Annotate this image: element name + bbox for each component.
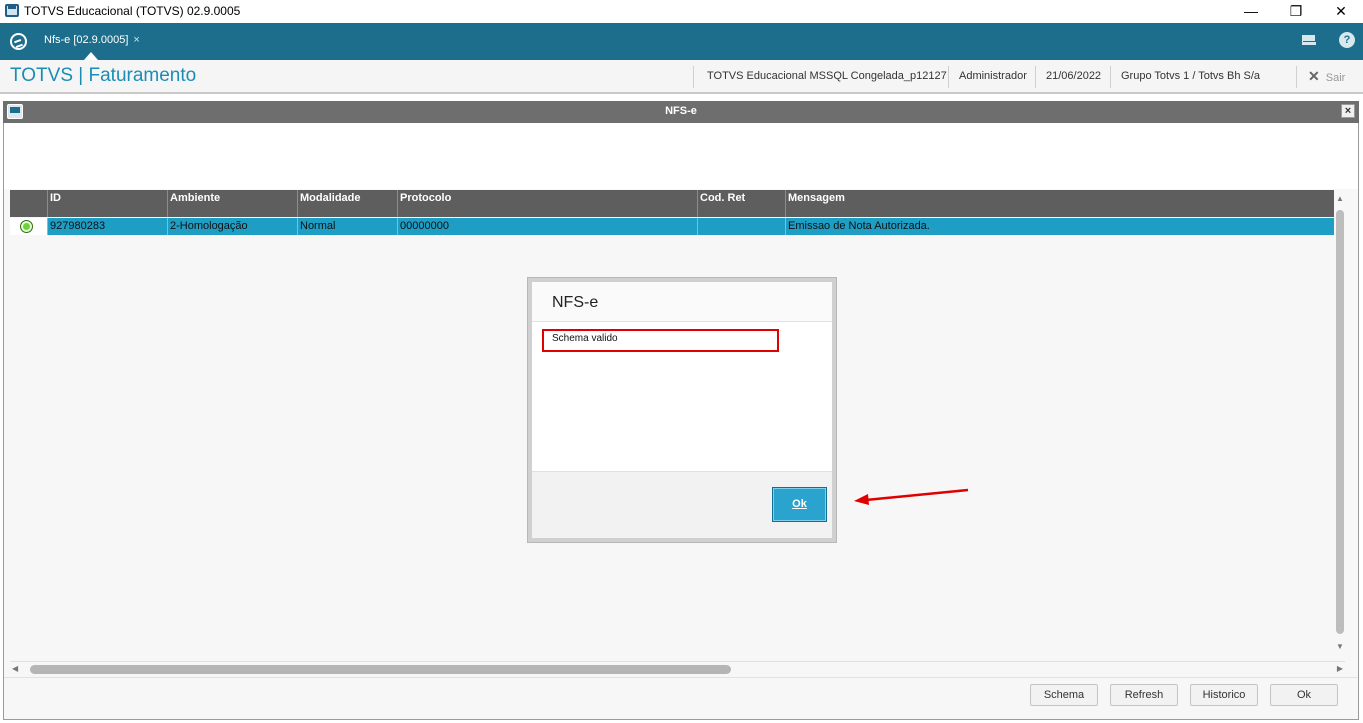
- ok-button[interactable]: Ok: [1270, 684, 1338, 706]
- exit-close-icon: ✕: [1308, 68, 1320, 84]
- date-label: 21/06/2022: [1046, 70, 1102, 82]
- restore-button[interactable]: ❐: [1273, 0, 1319, 23]
- column-header-status[interactable]: [10, 190, 47, 217]
- cell-mensagem: Emissao de Nota Autorizada.: [785, 218, 1334, 235]
- minimize-button[interactable]: —: [1228, 0, 1274, 23]
- scroll-left-icon[interactable]: ◀: [12, 664, 18, 673]
- dialog-title: NFS-e: [665, 105, 697, 117]
- status-green-icon: [20, 220, 33, 233]
- column-header-cod-ret[interactable]: Cod. Ret: [697, 190, 785, 217]
- status-cell: [10, 218, 47, 235]
- body-top-blank: [4, 123, 1358, 189]
- scroll-right-icon[interactable]: ▶: [1337, 664, 1343, 673]
- module-title: TOTVS | Faturamento: [10, 65, 197, 86]
- user-label: Administrador: [959, 70, 1027, 82]
- scroll-up-icon[interactable]: ▲: [1336, 194, 1344, 203]
- nfse-message-dialog: NFS-e Schema valido Ok: [527, 277, 837, 543]
- window-title-bar: TOTVS Educacional (TOTVS) 02.9.0005 — ❐ …: [0, 0, 1363, 23]
- header-divider: [1296, 66, 1297, 88]
- scroll-down-icon[interactable]: ▼: [1336, 642, 1344, 651]
- header-divider: [693, 66, 694, 88]
- help-icon[interactable]: ?: [1339, 32, 1355, 48]
- exit-button[interactable]: ✕ Sair: [1308, 68, 1345, 85]
- tab-label: Nfs-e [02.9.0005]: [44, 34, 129, 46]
- dialog-close-button[interactable]: ×: [1341, 104, 1355, 118]
- column-header-id[interactable]: ID: [47, 190, 167, 217]
- modal-panel: NFS-e Schema valido Ok: [532, 282, 832, 538]
- group-label: Grupo Totvs 1 / Totvs Bh S/a: [1121, 70, 1260, 82]
- module-header: TOTVS | Faturamento TOTVS Educacional MS…: [0, 60, 1363, 94]
- app-window-icon: [5, 4, 19, 17]
- grid-header: ID Ambiente Modalidade Protocolo Cod. Re…: [10, 190, 1334, 217]
- totvs-logo-icon[interactable]: [10, 33, 27, 50]
- schema-button[interactable]: Schema: [1030, 684, 1098, 706]
- horizontal-scrollbar[interactable]: ◀ ▶: [10, 661, 1345, 676]
- vertical-scrollbar[interactable]: ▲ ▼: [1334, 190, 1346, 660]
- exit-label: Sair: [1325, 72, 1346, 84]
- cell-cod-ret: [697, 218, 785, 235]
- close-window-button[interactable]: ✕: [1318, 0, 1363, 23]
- red-arrow-annotation: [854, 488, 969, 505]
- cell-modalidade: Normal: [297, 218, 397, 235]
- vertical-scroll-thumb[interactable]: [1336, 210, 1344, 634]
- table-row[interactable]: 927980283 2-Homologação Normal 00000000 …: [10, 218, 1334, 235]
- modal-ok-button[interactable]: Ok: [772, 487, 827, 522]
- window-title: TOTVS Educacional (TOTVS) 02.9.0005: [24, 4, 241, 18]
- historico-button[interactable]: Historico: [1190, 684, 1258, 706]
- column-header-protocolo[interactable]: Protocolo: [397, 190, 697, 217]
- modal-title: NFS-e: [552, 294, 599, 311]
- column-header-ambiente[interactable]: Ambiente: [167, 190, 297, 217]
- header-divider: [948, 66, 949, 88]
- column-header-mensagem[interactable]: Mensagem: [785, 190, 1334, 217]
- header-divider: [1035, 66, 1036, 88]
- tab-close-icon[interactable]: ×: [133, 34, 139, 46]
- environment-label: TOTVS Educacional MSSQL Congelada_p12127: [707, 70, 947, 82]
- modal-header: NFS-e: [532, 282, 832, 322]
- cell-ambiente: 2-Homologação: [167, 218, 297, 235]
- modal-message: Schema valido: [552, 333, 618, 344]
- cell-id: 927980283: [47, 218, 167, 235]
- top-navigation-bar: Nfs-e [02.9.0005] × ?: [0, 23, 1363, 60]
- dialog-title-bar: NFS-e ×: [3, 101, 1359, 123]
- cell-protocolo: 00000000: [397, 218, 697, 235]
- horizontal-scroll-thumb[interactable]: [30, 665, 731, 674]
- column-header-modalidade[interactable]: Modalidade: [297, 190, 397, 217]
- mail-icon[interactable]: [1302, 35, 1316, 45]
- active-tab-caret: [84, 52, 98, 60]
- refresh-button[interactable]: Refresh: [1110, 684, 1178, 706]
- header-divider: [1110, 66, 1111, 88]
- button-row-divider: [4, 677, 1358, 678]
